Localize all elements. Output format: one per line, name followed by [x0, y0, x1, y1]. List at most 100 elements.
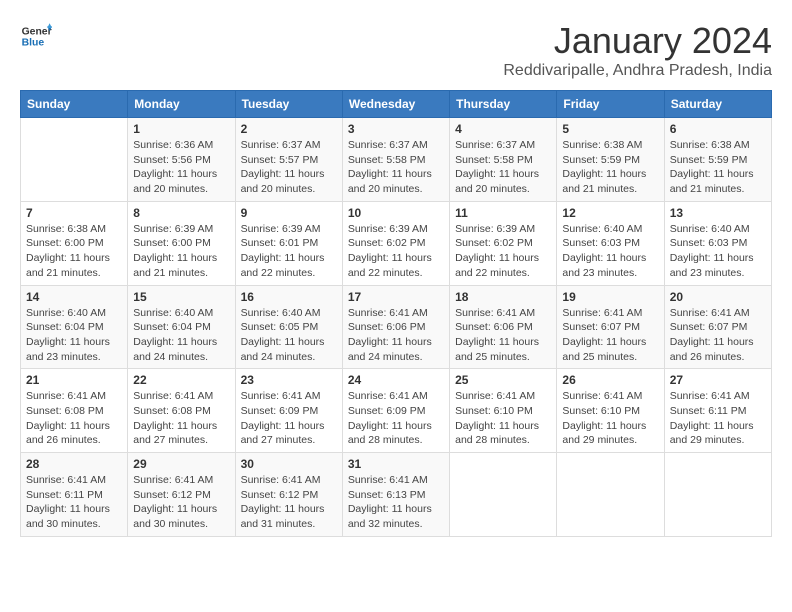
day-headers-row: SundayMondayTuesdayWednesdayThursdayFrid…	[21, 91, 772, 118]
day-header-friday: Friday	[557, 91, 664, 118]
day-detail: Sunrise: 6:41 AM Sunset: 6:08 PM Dayligh…	[26, 389, 122, 448]
calendar-cell: 31 Sunrise: 6:41 AM Sunset: 6:13 PM Dayli…	[342, 453, 449, 537]
page-header: General Blue January 2024 Reddivaripalle…	[20, 20, 772, 80]
day-number: 6	[670, 122, 766, 136]
calendar-cell: 7 Sunrise: 6:38 AM Sunset: 6:00 PM Daylig…	[21, 201, 128, 285]
day-detail: Sunrise: 6:41 AM Sunset: 6:07 PM Dayligh…	[670, 306, 766, 365]
day-detail: Sunrise: 6:41 AM Sunset: 6:09 PM Dayligh…	[241, 389, 337, 448]
week-row-2: 14 Sunrise: 6:40 AM Sunset: 6:04 PM Dayli…	[21, 285, 772, 369]
day-detail: Sunrise: 6:41 AM Sunset: 6:11 PM Dayligh…	[670, 389, 766, 448]
day-detail: Sunrise: 6:40 AM Sunset: 6:05 PM Dayligh…	[241, 306, 337, 365]
calendar-cell: 15Sunrise: 6:40 AM Sunset: 6:04 PM Dayli…	[128, 285, 235, 369]
week-row-3: 21 Sunrise: 6:41 AM Sunset: 6:08 PM Dayli…	[21, 369, 772, 453]
calendar-cell: 8 Sunrise: 6:39 AM Sunset: 6:00 PM Daylig…	[128, 201, 235, 285]
day-detail: Sunrise: 6:40 AM Sunset: 6:03 PM Dayligh…	[670, 222, 766, 281]
day-detail: Sunrise: 6:37 AM Sunset: 5:58 PM Dayligh…	[348, 138, 444, 197]
title-block: January 2024 Reddivaripalle, Andhra Prad…	[503, 20, 772, 80]
day-header-monday: Monday	[128, 91, 235, 118]
day-number: 14	[26, 290, 122, 304]
calendar-cell: 22 Sunrise: 6:41 AM Sunset: 6:08 PM Dayli…	[128, 369, 235, 453]
day-number: 2	[241, 122, 337, 136]
day-number: 13	[670, 206, 766, 220]
day-detail: Sunrise: 6:41 AM Sunset: 6:12 PM Dayligh…	[133, 473, 229, 532]
calendar-cell: 14 Sunrise: 6:40 AM Sunset: 6:04 PM Dayli…	[21, 285, 128, 369]
calendar-cell: 29Sunrise: 6:41 AM Sunset: 6:12 PM Dayli…	[128, 453, 235, 537]
day-detail: Sunrise: 6:38 AM Sunset: 6:00 PM Dayligh…	[26, 222, 122, 281]
calendar-cell: 25Sunrise: 6:41 AM Sunset: 6:10 PM Dayli…	[450, 369, 557, 453]
calendar-title: January 2024	[503, 20, 772, 62]
calendar-table: SundayMondayTuesdayWednesdayThursdayFrid…	[20, 90, 772, 537]
day-number: 11	[455, 206, 551, 220]
week-row-4: 28 Sunrise: 6:41 AM Sunset: 6:11 PM Dayli…	[21, 453, 772, 537]
day-number: 9	[241, 206, 337, 220]
day-number: 4	[455, 122, 551, 136]
day-detail: Sunrise: 6:40 AM Sunset: 6:03 PM Dayligh…	[562, 222, 658, 281]
calendar-cell: 3Sunrise: 6:37 AM Sunset: 5:58 PM Daylig…	[342, 118, 449, 202]
day-detail: Sunrise: 6:41 AM Sunset: 6:08 PM Dayligh…	[133, 389, 229, 448]
day-number: 20	[670, 290, 766, 304]
day-number: 8	[133, 206, 229, 220]
calendar-cell: 13 Sunrise: 6:40 AM Sunset: 6:03 PM Dayli…	[664, 201, 771, 285]
svg-text:General: General	[22, 26, 52, 37]
day-number: 28	[26, 457, 122, 471]
day-header-thursday: Thursday	[450, 91, 557, 118]
calendar-cell: 24 Sunrise: 6:41 AM Sunset: 6:09 PM Dayli…	[342, 369, 449, 453]
day-number: 31	[348, 457, 444, 471]
calendar-cell: 26 Sunrise: 6:41 AM Sunset: 6:10 PM Dayli…	[557, 369, 664, 453]
week-row-0: 1Sunrise: 6:36 AM Sunset: 5:56 PM Daylig…	[21, 118, 772, 202]
day-number: 22	[133, 373, 229, 387]
day-header-tuesday: Tuesday	[235, 91, 342, 118]
calendar-cell	[21, 118, 128, 202]
day-detail: Sunrise: 6:41 AM Sunset: 6:13 PM Dayligh…	[348, 473, 444, 532]
calendar-subtitle: Reddivaripalle, Andhra Pradesh, India	[503, 62, 772, 80]
day-number: 24	[348, 373, 444, 387]
day-detail: Sunrise: 6:40 AM Sunset: 6:04 PM Dayligh…	[26, 306, 122, 365]
calendar-cell: 20 Sunrise: 6:41 AM Sunset: 6:07 PM Dayli…	[664, 285, 771, 369]
day-detail: Sunrise: 6:37 AM Sunset: 5:57 PM Dayligh…	[241, 138, 337, 197]
day-number: 30	[241, 457, 337, 471]
day-detail: Sunrise: 6:38 AM Sunset: 5:59 PM Dayligh…	[562, 138, 658, 197]
day-number: 10	[348, 206, 444, 220]
day-number: 15	[133, 290, 229, 304]
calendar-cell	[664, 453, 771, 537]
day-detail: Sunrise: 6:38 AM Sunset: 5:59 PM Dayligh…	[670, 138, 766, 197]
calendar-cell: 2 Sunrise: 6:37 AM Sunset: 5:57 PM Daylig…	[235, 118, 342, 202]
day-number: 12	[562, 206, 658, 220]
day-detail: Sunrise: 6:36 AM Sunset: 5:56 PM Dayligh…	[133, 138, 229, 197]
day-number: 16	[241, 290, 337, 304]
calendar-cell	[557, 453, 664, 537]
day-number: 18	[455, 290, 551, 304]
day-detail: Sunrise: 6:41 AM Sunset: 6:10 PM Dayligh…	[455, 389, 551, 448]
week-row-1: 7 Sunrise: 6:38 AM Sunset: 6:00 PM Daylig…	[21, 201, 772, 285]
day-detail: Sunrise: 6:41 AM Sunset: 6:06 PM Dayligh…	[348, 306, 444, 365]
calendar-cell: 17 Sunrise: 6:41 AM Sunset: 6:06 PM Dayli…	[342, 285, 449, 369]
day-number: 5	[562, 122, 658, 136]
day-number: 21	[26, 373, 122, 387]
day-detail: Sunrise: 6:39 AM Sunset: 6:02 PM Dayligh…	[348, 222, 444, 281]
day-header-wednesday: Wednesday	[342, 91, 449, 118]
calendar-cell	[450, 453, 557, 537]
calendar-cell: 18Sunrise: 6:41 AM Sunset: 6:06 PM Dayli…	[450, 285, 557, 369]
logo-icon: General Blue	[20, 20, 52, 52]
calendar-cell: 4Sunrise: 6:37 AM Sunset: 5:58 PM Daylig…	[450, 118, 557, 202]
day-number: 27	[670, 373, 766, 387]
day-header-saturday: Saturday	[664, 91, 771, 118]
day-detail: Sunrise: 6:39 AM Sunset: 6:01 PM Dayligh…	[241, 222, 337, 281]
day-number: 26	[562, 373, 658, 387]
calendar-cell: 27 Sunrise: 6:41 AM Sunset: 6:11 PM Dayli…	[664, 369, 771, 453]
day-detail: Sunrise: 6:41 AM Sunset: 6:09 PM Dayligh…	[348, 389, 444, 448]
calendar-cell: 16 Sunrise: 6:40 AM Sunset: 6:05 PM Dayli…	[235, 285, 342, 369]
calendar-cell: 1Sunrise: 6:36 AM Sunset: 5:56 PM Daylig…	[128, 118, 235, 202]
calendar-cell: 11Sunrise: 6:39 AM Sunset: 6:02 PM Dayli…	[450, 201, 557, 285]
calendar-cell: 10 Sunrise: 6:39 AM Sunset: 6:02 PM Dayli…	[342, 201, 449, 285]
logo: General Blue	[20, 20, 52, 52]
day-detail: Sunrise: 6:39 AM Sunset: 6:00 PM Dayligh…	[133, 222, 229, 281]
day-detail: Sunrise: 6:41 AM Sunset: 6:11 PM Dayligh…	[26, 473, 122, 532]
day-number: 7	[26, 206, 122, 220]
calendar-cell: 19Sunrise: 6:41 AM Sunset: 6:07 PM Dayli…	[557, 285, 664, 369]
day-detail: Sunrise: 6:41 AM Sunset: 6:10 PM Dayligh…	[562, 389, 658, 448]
day-number: 17	[348, 290, 444, 304]
day-detail: Sunrise: 6:41 AM Sunset: 6:12 PM Dayligh…	[241, 473, 337, 532]
calendar-cell: 28 Sunrise: 6:41 AM Sunset: 6:11 PM Dayli…	[21, 453, 128, 537]
day-number: 19	[562, 290, 658, 304]
